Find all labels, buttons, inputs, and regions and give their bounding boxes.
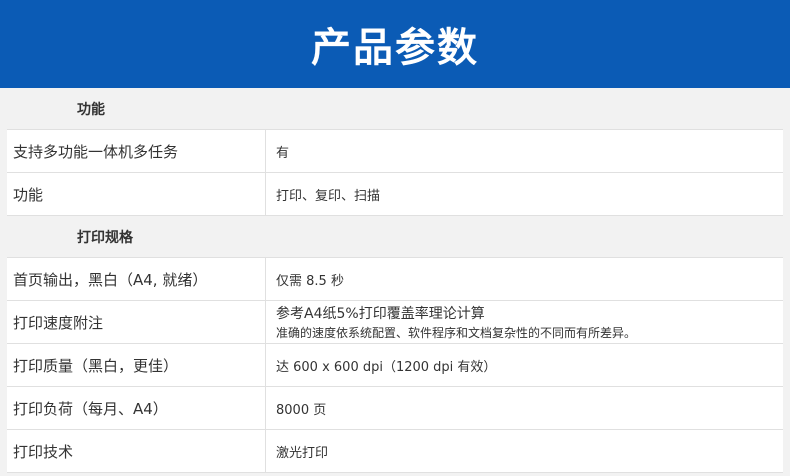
section-header-print-specs: 打印规格 [7, 216, 783, 258]
spec-value: 打印、复印、扫描 [266, 173, 783, 215]
table-row: 首页输出，黑白（A4, 就绪） 仅需 8.5 秒 [7, 258, 783, 301]
spec-value-text: 8000 页 [276, 402, 327, 418]
spec-value-text: 仅需 8.5 秒 [276, 273, 344, 289]
table-row: 打印负荷（每月、A4） 8000 页 [7, 387, 783, 430]
table-row: 打印速度附注 参考A4纸5%打印覆盖率理论计算 准确的速度依系统配置、软件程序和… [7, 301, 783, 344]
spec-value-text: 参考A4纸5%打印覆盖率理论计算 [276, 306, 485, 322]
spec-value-text: 激光打印 [276, 445, 329, 461]
spec-value: 参考A4纸5%打印覆盖率理论计算 准确的速度依系统配置、软件程序和文档复杂性的不… [266, 301, 783, 343]
spec-key: 支持多功能一体机多任务 [7, 130, 266, 172]
spec-key: 打印技术 [7, 430, 266, 472]
table-row: 打印技术 激光打印 [7, 430, 783, 473]
spec-key: 打印质量（黑白，更佳） [7, 344, 266, 386]
spec-value: 仅需 8.5 秒 [266, 258, 783, 300]
spec-table: 功能 支持多功能一体机多任务 有 功能 打印、复印、扫描 打印规格 首页输出，黑… [7, 88, 783, 473]
section-header-function: 功能 [7, 88, 783, 130]
table-row: 打印质量（黑白，更佳） 达 600 x 600 dpi（1200 dpi 有效） [7, 344, 783, 387]
spec-value: 达 600 x 600 dpi（1200 dpi 有效） [266, 344, 783, 386]
spec-value-note: 准确的速度依系统配置、软件程序和文档复杂性的不同而有所差异。 [276, 326, 637, 340]
spec-value-text: 打印、复印、扫描 [276, 188, 381, 204]
spec-key: 打印负荷（每月、A4） [7, 387, 266, 429]
page-banner: 产品参数 [0, 0, 790, 88]
table-row: 支持多功能一体机多任务 有 [7, 130, 783, 173]
spec-key: 打印速度附注 [7, 301, 266, 343]
spec-value: 8000 页 [266, 387, 783, 429]
page-title: 产品参数 [311, 25, 479, 71]
spec-value-text: 达 600 x 600 dpi（1200 dpi 有效） [276, 359, 497, 375]
spec-key: 功能 [7, 173, 266, 215]
table-row: 功能 打印、复印、扫描 [7, 173, 783, 216]
spec-value: 有 [266, 130, 783, 172]
spec-key: 首页输出，黑白（A4, 就绪） [7, 258, 266, 300]
spec-value: 激光打印 [266, 430, 783, 472]
spec-value-text: 有 [276, 145, 290, 161]
